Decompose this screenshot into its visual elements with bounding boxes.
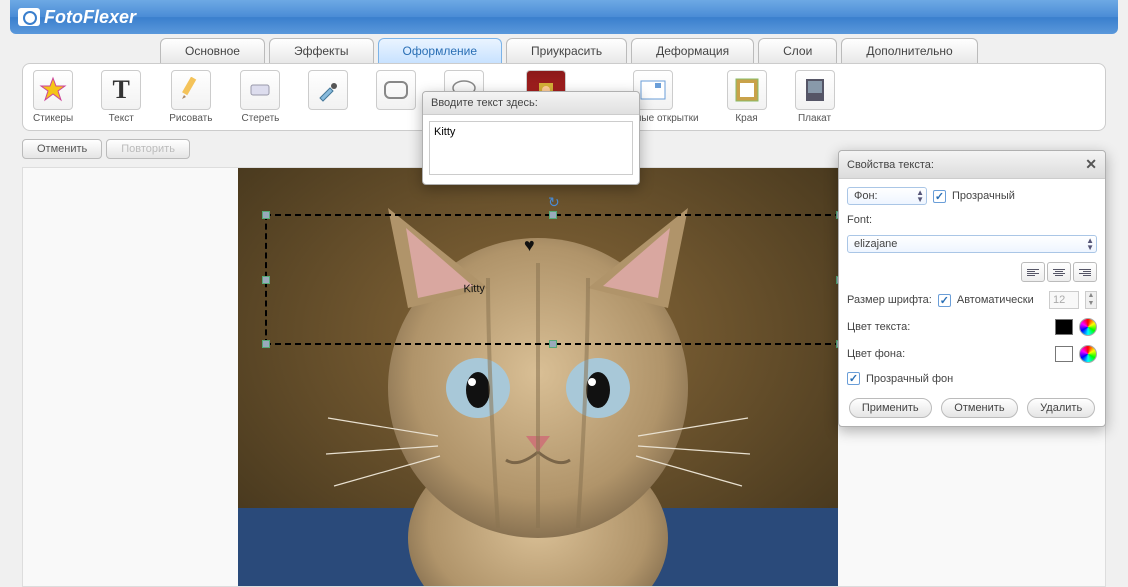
- tab-basic[interactable]: Основное: [160, 38, 265, 63]
- text-color-swatch[interactable]: [1055, 319, 1073, 335]
- text-color-label: Цвет текста:: [847, 321, 910, 333]
- transparent-checkbox[interactable]: [933, 190, 946, 203]
- stickers-icon: [33, 70, 73, 110]
- panel-title-bar[interactable]: Свойства текста: ✕: [839, 151, 1105, 179]
- font-select[interactable]: elizajane▲▼: [847, 235, 1097, 253]
- align-group: [1021, 262, 1097, 282]
- tab-decorate[interactable]: Оформление: [378, 38, 502, 63]
- resize-handle-sw[interactable]: [262, 340, 270, 348]
- main-tabs: Основное Эффекты Оформление Приукрасить …: [160, 38, 1128, 63]
- transparent-label: Прозрачный: [952, 190, 1015, 202]
- eraser-icon: [240, 70, 280, 110]
- heart-icon: ♥: [524, 235, 535, 256]
- chevron-updown-icon: ▲▼: [916, 189, 924, 203]
- rounded-rect-icon: [376, 70, 416, 110]
- chevron-updown-icon: ▲▼: [1086, 237, 1094, 251]
- font-size-label: Размер шрифта:: [847, 294, 932, 306]
- panel-title: Свойства текста:: [847, 159, 934, 171]
- tab-advanced[interactable]: Дополнительно: [841, 38, 977, 63]
- canvas-text-layer[interactable]: Kitty♥: [462, 243, 486, 306]
- size-stepper[interactable]: ▲▼: [1085, 291, 1097, 309]
- align-left-button[interactable]: [1021, 262, 1045, 282]
- tool-edges[interactable]: Края: [727, 70, 767, 124]
- apply-button[interactable]: Применить: [849, 398, 932, 418]
- cancel-button[interactable]: Отменить: [941, 398, 1017, 418]
- camera-icon: [18, 8, 40, 26]
- bg-color-label: Цвет фона:: [847, 348, 905, 360]
- poster-icon: [795, 70, 835, 110]
- dropper-icon: [308, 70, 348, 110]
- delete-button[interactable]: Удалить: [1027, 398, 1095, 418]
- resize-handle-n[interactable]: [549, 211, 557, 219]
- text-color-picker-icon[interactable]: [1079, 318, 1097, 336]
- tool-erase[interactable]: Стереть: [240, 70, 280, 124]
- close-icon[interactable]: ✕: [1085, 156, 1097, 173]
- font-label: Font:: [847, 214, 872, 226]
- resize-handle-nw[interactable]: [262, 211, 270, 219]
- tool-text[interactable]: TТекст: [101, 70, 141, 124]
- header-bar: FotoFlexer: [10, 0, 1118, 34]
- pencil-icon: [171, 70, 211, 110]
- text-input[interactable]: [429, 121, 633, 175]
- font-size-input[interactable]: [1049, 291, 1079, 309]
- text-properties-panel: Свойства текста: ✕ Фон:▲▼ Прозрачный Fon…: [838, 150, 1106, 427]
- rotate-handle-icon[interactable]: [548, 194, 558, 204]
- auto-label: Автоматически: [957, 294, 1034, 306]
- align-right-button[interactable]: [1073, 262, 1097, 282]
- tab-distort[interactable]: Деформация: [631, 38, 754, 63]
- resize-handle-s[interactable]: [549, 340, 557, 348]
- undo-button[interactable]: Отменить: [22, 139, 102, 159]
- text-icon: T: [101, 70, 141, 110]
- tool-stickers[interactable]: Стикеры: [33, 70, 73, 124]
- logo: FotoFlexer: [18, 7, 136, 28]
- frame-icon: [727, 70, 767, 110]
- transparent-bg-label: Прозрачный фон: [866, 373, 953, 385]
- align-center-button[interactable]: [1047, 262, 1071, 282]
- tab-layers[interactable]: Слои: [758, 38, 837, 63]
- background-select[interactable]: Фон:▲▼: [847, 187, 927, 205]
- tool-poster[interactable]: Плакат: [795, 70, 835, 124]
- tool-shape-rect[interactable]: [376, 70, 416, 113]
- resize-handle-w[interactable]: [262, 276, 270, 284]
- tab-effects[interactable]: Эффекты: [269, 38, 374, 63]
- logo-text: FotoFlexer: [44, 7, 136, 28]
- redo-button[interactable]: Повторить: [106, 139, 190, 159]
- text-entry-popup: Вводите текст здесь:: [422, 91, 640, 185]
- popup-title: Вводите текст здесь:: [423, 92, 639, 115]
- auto-size-checkbox[interactable]: [938, 294, 951, 307]
- bg-color-swatch[interactable]: [1055, 346, 1073, 362]
- tool-color-picker[interactable]: [308, 70, 348, 113]
- tool-draw[interactable]: Рисовать: [169, 70, 212, 124]
- text-selection-box[interactable]: [265, 214, 841, 345]
- tab-beautify[interactable]: Приукрасить: [506, 38, 627, 63]
- bg-color-picker-icon[interactable]: [1079, 345, 1097, 363]
- transparent-bg-checkbox[interactable]: [847, 372, 860, 385]
